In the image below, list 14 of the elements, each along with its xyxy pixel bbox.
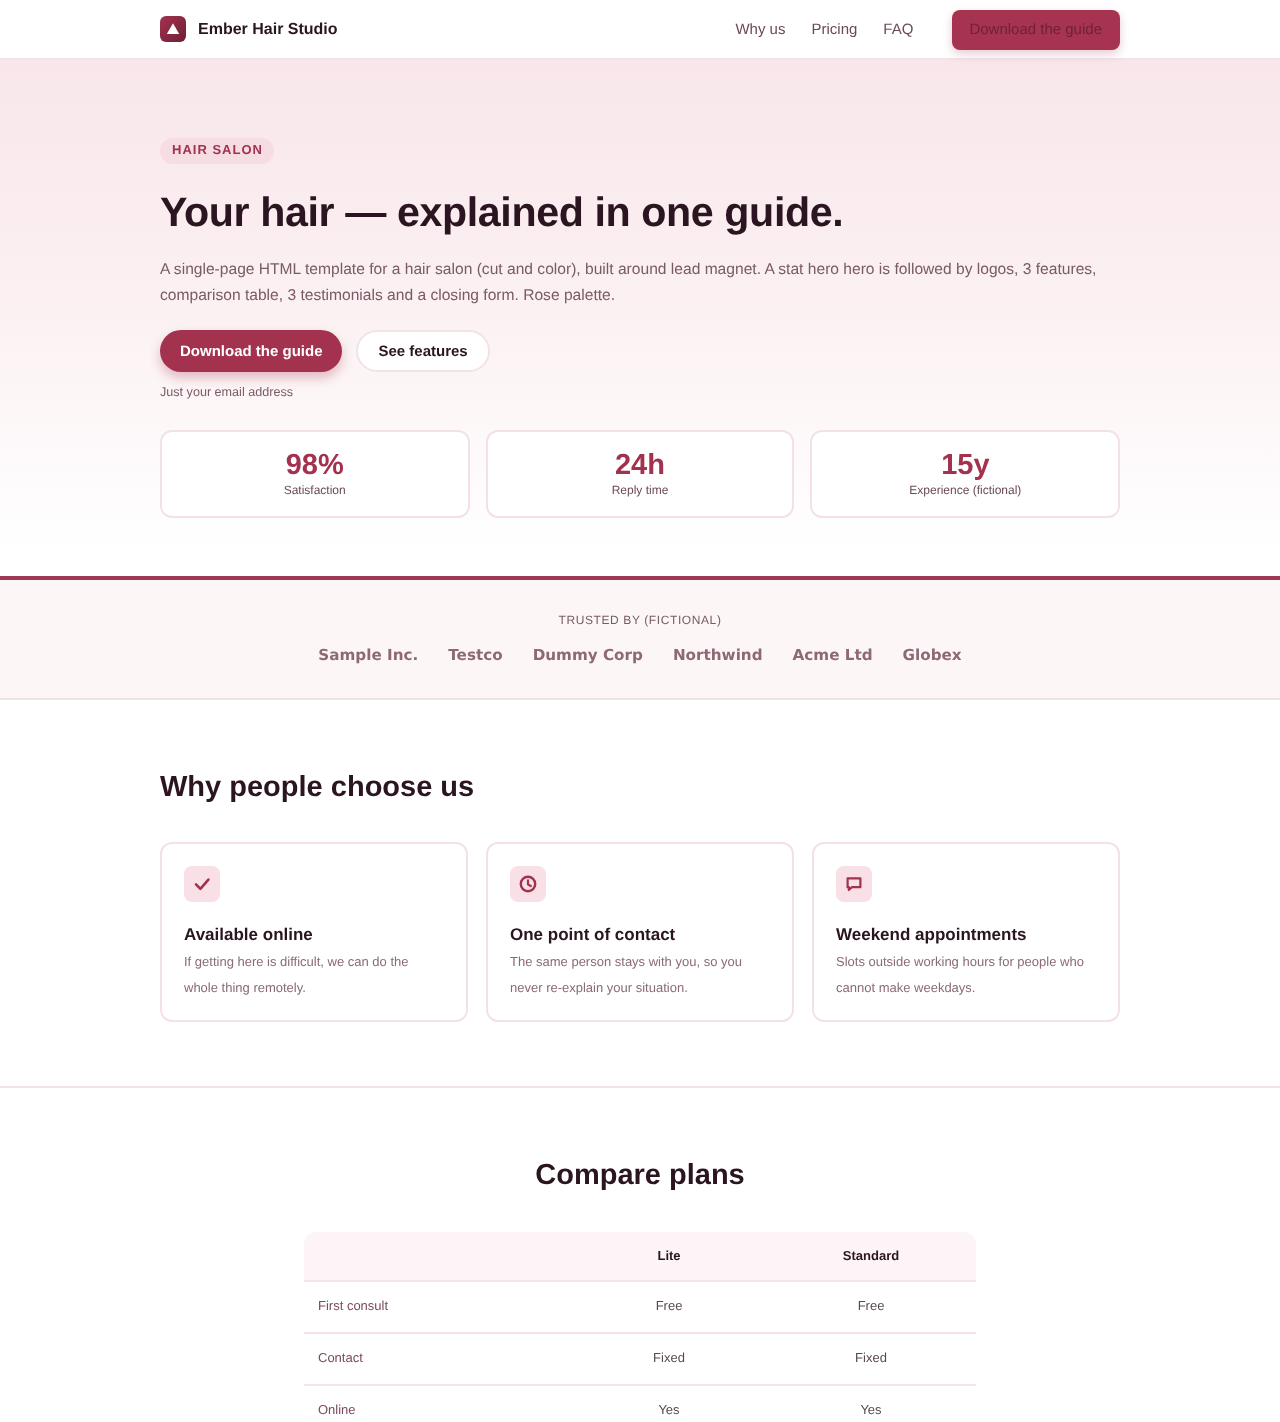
hero-title: Your hair — explained in one guide.	[160, 188, 846, 240]
brand-name: Ember Hair Studio	[198, 20, 338, 38]
section-title: Compare plans	[533, 1158, 747, 1194]
section-title: Why people choose us	[160, 770, 477, 806]
feature-title: Available online	[184, 924, 315, 944]
stat-value: 15y	[941, 450, 990, 482]
clock-icon	[510, 866, 546, 902]
feature-title: One point of contact	[510, 924, 678, 944]
chat-bubble-icon	[836, 866, 872, 902]
stat-value: 98%	[285, 450, 344, 482]
check-icon	[184, 866, 220, 902]
logo-icon	[160, 16, 186, 42]
feature-title: Weekend appointments	[836, 924, 1029, 944]
stat-value: 24h	[614, 450, 665, 482]
